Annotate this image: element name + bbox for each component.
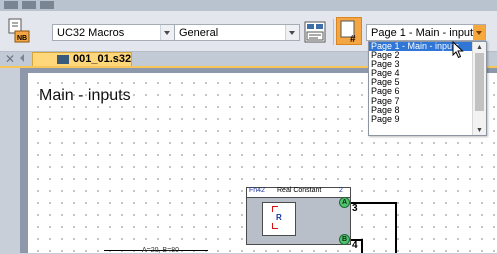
tab-scroll-left-icon[interactable]: [20, 54, 24, 62]
chevron-down-icon[interactable]: [473, 25, 485, 40]
sheet-icon: [57, 55, 69, 64]
page-dropdown-list[interactable]: Page 1 - Main - inputs Page 2 Page 3 Page 4…: [368, 41, 487, 136]
dropdown-item[interactable]: Page 8: [369, 106, 473, 115]
pin-a[interactable]: A: [339, 197, 350, 208]
function-letter: R: [276, 213, 282, 222]
bracket-top-icon: [272, 206, 278, 212]
pin-b-number: 4: [352, 240, 358, 251]
svg-text:NB: NB: [17, 35, 27, 42]
macro-combo-value: UC32 Macros: [57, 27, 125, 39]
function-block[interactable]: Fn42 Real Constant 2 R: [246, 187, 351, 245]
scroll-thumb[interactable]: [475, 53, 484, 111]
title-strip: [0, 0, 497, 11]
wire[interactable]: [351, 202, 397, 204]
strip-tab-2[interactable]: [22, 1, 36, 9]
dropdown-item[interactable]: Page 7: [369, 97, 473, 106]
tab-document[interactable]: 001_01.s32: [32, 52, 132, 66]
close-icon[interactable]: ✕: [5, 52, 15, 66]
dropdown-item[interactable]: Page 5: [369, 78, 473, 87]
chevron-down-icon[interactable]: [160, 25, 174, 40]
group-combo[interactable]: General: [174, 24, 300, 41]
pin-a-number: 3: [352, 203, 358, 214]
function-block-body: R: [262, 202, 296, 236]
scroll-down-icon[interactable]: ▼: [476, 127, 483, 134]
strip-tab-1[interactable]: [4, 1, 18, 9]
page-combo[interactable]: Page 1 - Main - inputs: [366, 24, 486, 41]
macro-combo[interactable]: UC32 Macros: [52, 24, 175, 41]
dropdown-item[interactable]: Page 9: [369, 115, 473, 124]
mouse-cursor-icon: [452, 41, 464, 59]
page-icon[interactable]: #: [336, 17, 362, 45]
dropdown-item[interactable]: Page 4: [369, 69, 473, 78]
bracket-bottom-icon: [272, 223, 278, 229]
nb-icon[interactable]: NB: [6, 18, 30, 44]
page-combo-value: Page 1 - Main - inputs: [371, 27, 479, 39]
function-name: Real Constant: [277, 187, 322, 194]
dropdown-item[interactable]: Page 3: [369, 60, 473, 69]
strip-tab-3[interactable]: [40, 1, 54, 9]
dropdown-item[interactable]: Page 6: [369, 87, 473, 96]
toolbar-separator: [333, 19, 334, 45]
tab-document-label: 001_01.s32: [73, 53, 132, 65]
function-code: Fn42: [249, 187, 265, 194]
layout-icon[interactable]: [304, 21, 326, 43]
wire[interactable]: [395, 202, 397, 253]
chevron-down-icon[interactable]: [285, 25, 299, 40]
page-hash-icon: #: [340, 20, 356, 45]
function-block-header: Fn42 Real Constant 2: [247, 187, 350, 198]
scroll-up-icon[interactable]: ▲: [476, 44, 483, 51]
svg-text:#: #: [350, 34, 356, 44]
group-combo-value: General: [179, 27, 219, 39]
function-index: 2: [339, 187, 343, 194]
dropdown-scrollbar[interactable]: ▲ ▼: [472, 42, 486, 135]
page-title: Main - inputs: [39, 87, 131, 104]
wire[interactable]: [361, 239, 363, 253]
pin-b[interactable]: B: [339, 234, 350, 245]
